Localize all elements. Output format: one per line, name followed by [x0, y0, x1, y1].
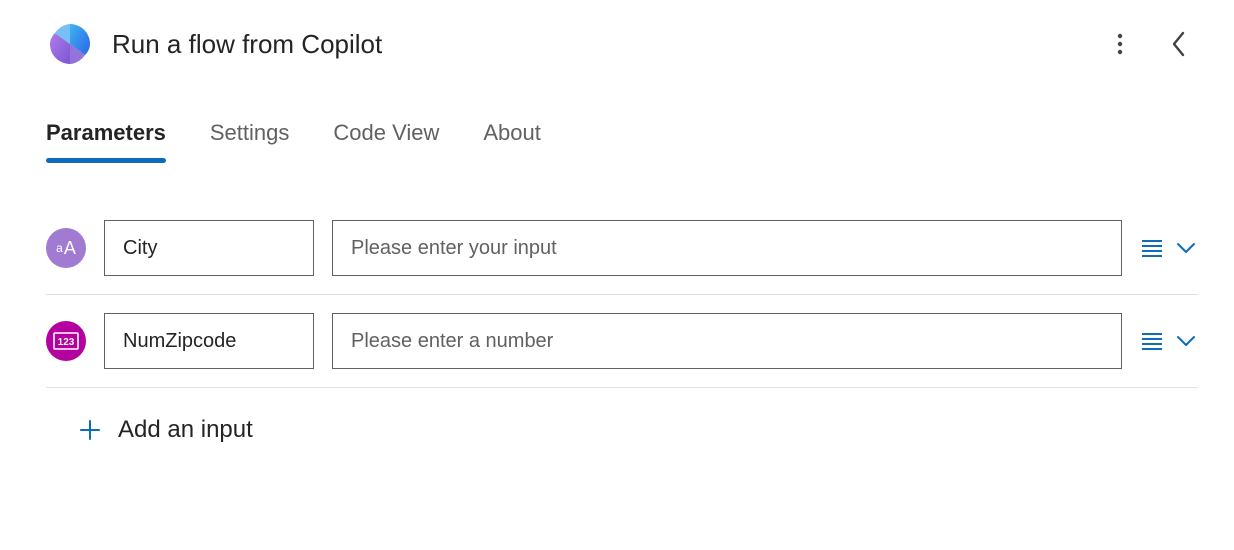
text-type-icon: aA [46, 228, 86, 268]
tab-parameters[interactable]: Parameters [46, 120, 166, 160]
chevron-down-icon [1176, 335, 1196, 347]
parameter-name-input[interactable] [104, 313, 314, 369]
add-input-button[interactable]: Add an input [76, 388, 1198, 472]
parameter-row: 123 [46, 295, 1198, 388]
more-options-button[interactable] [1100, 24, 1140, 64]
field-format-button[interactable] [1140, 236, 1164, 260]
tab-bar: Parameters Settings Code View About [46, 120, 1198, 160]
copilot-logo-icon [46, 20, 94, 68]
parameter-name-input[interactable] [104, 220, 314, 276]
svg-text:123: 123 [58, 337, 75, 348]
more-vertical-icon [1117, 32, 1123, 56]
field-options-dropdown[interactable] [1174, 329, 1198, 353]
collapse-panel-button[interactable] [1158, 24, 1198, 64]
lines-icon [1141, 239, 1163, 257]
lines-icon [1141, 332, 1163, 350]
chevron-left-icon [1170, 30, 1186, 58]
field-format-button[interactable] [1140, 329, 1164, 353]
tab-about[interactable]: About [483, 120, 541, 160]
panel-title: Run a flow from Copilot [112, 29, 1082, 60]
plus-icon [76, 416, 104, 444]
field-options-dropdown[interactable] [1174, 236, 1198, 260]
tab-code-view[interactable]: Code View [333, 120, 439, 160]
parameter-value-input[interactable] [332, 220, 1122, 276]
panel-header: Run a flow from Copilot [46, 20, 1198, 68]
add-input-label: Add an input [118, 416, 253, 444]
tab-settings[interactable]: Settings [210, 120, 290, 160]
number-type-icon: 123 [46, 321, 86, 361]
parameter-row: aA [46, 202, 1198, 295]
parameter-value-input[interactable] [332, 313, 1122, 369]
chevron-down-icon [1176, 242, 1196, 254]
